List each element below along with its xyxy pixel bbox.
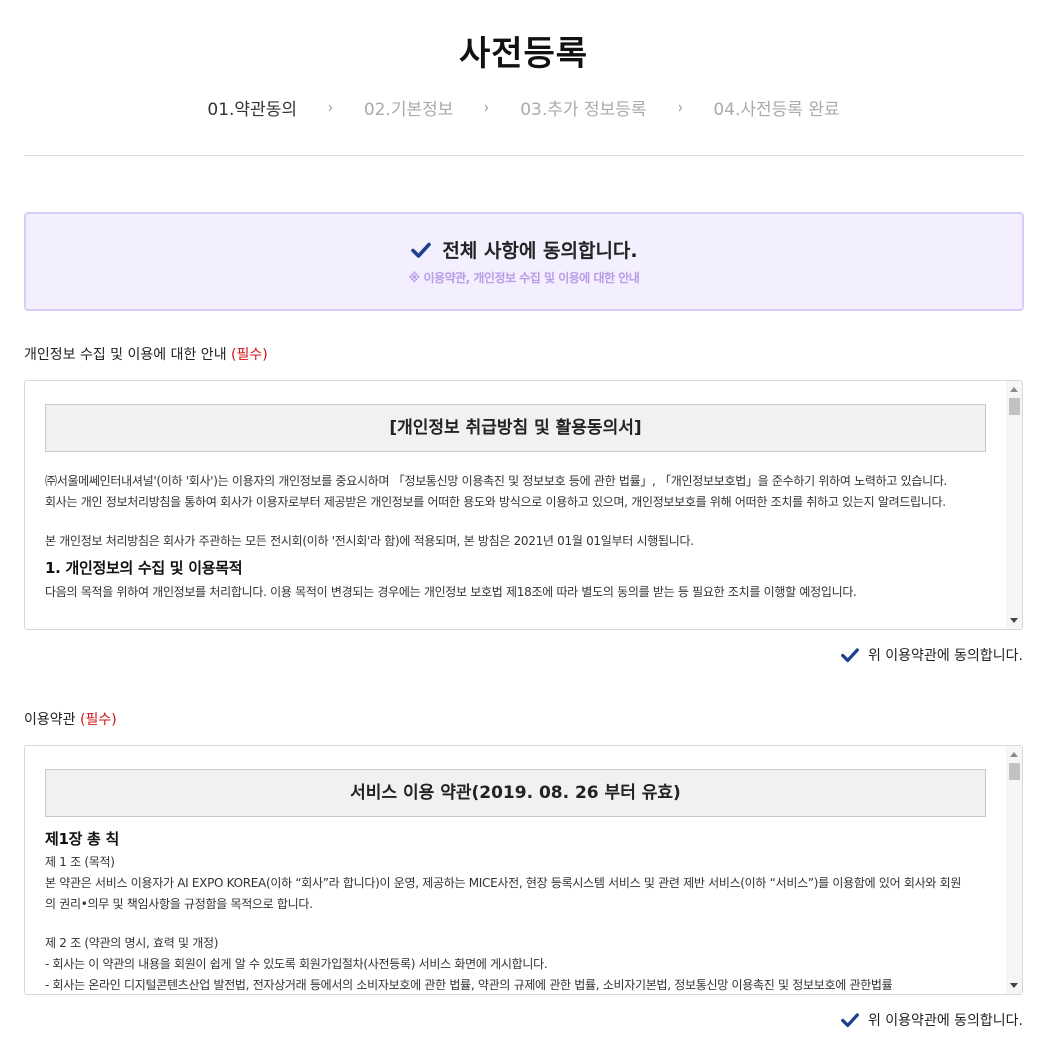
scroll-thumb[interactable] <box>1009 398 1020 415</box>
checkmark-icon <box>411 242 432 258</box>
privacy-agree-label[interactable]: 위 이용약관에 동의합니다. <box>868 645 1023 665</box>
terms-section-title: 이용약관 (필수) <box>24 709 117 729</box>
privacy-heading-1: 1. 개인정보의 수집 및 이용목적 <box>45 559 243 577</box>
chevron-right-icon: › <box>327 97 333 118</box>
required-badge: (필수) <box>79 712 117 728</box>
header-divider <box>24 155 1024 156</box>
terms-chapter: 제1장 총 칙 <box>45 830 119 848</box>
scroll-down-arrow-icon[interactable] <box>1010 983 1018 988</box>
step-basic-info: 02.기본정보 <box>363 100 454 120</box>
step-terms: 01.약관동의 <box>207 100 297 120</box>
step-additional-info: 03.추가 정보등록 <box>520 100 647 120</box>
agree-all-note: ※ 이용약관, 개인정보 수집 및 이용에 대한 안내 <box>408 271 640 285</box>
terms-scrollbar[interactable] <box>1006 746 1022 994</box>
privacy-terms-box[interactable]: [개인정보 취급방침 및 활용동의서] ㈜서울메쎄인터내셔널'(이하 '회사')… <box>24 380 1023 630</box>
agree-all-label[interactable]: 전체 사항에 동의합니다. <box>442 236 637 263</box>
service-terms-box[interactable]: 서비스 이용 약관(2019. 08. 26 부터 유효) 제1장 총 칙 제 … <box>24 745 1023 995</box>
step-indicator: 01.약관동의 › 02.기본정보 › 03.추가 정보등록 › 04.사전등록 완료 <box>0 95 1039 121</box>
terms-box-title: 서비스 이용 약관(2019. 08. 26 부터 유효) <box>45 769 986 817</box>
agree-all-panel: 전체 사항에 동의합니다. ※ 이용약관, 개인정보 수집 및 이용에 대한 안… <box>24 212 1024 311</box>
terms-article2-item2: - 회사는 온라인 디지털콘텐츠산업 발전법, 전자상거래 등에서의 소비자보호… <box>45 978 893 992</box>
scroll-up-arrow-icon[interactable] <box>1010 752 1018 757</box>
privacy-title-text: 개인정보 수집 및 이용에 대한 안내 <box>24 347 227 363</box>
terms-article1-title: 제 1 조 (목적) <box>45 855 115 869</box>
privacy-section-title: 개인정보 수집 및 이용에 대한 안내 (필수) <box>24 344 268 364</box>
page-title: 사전등록 <box>458 34 589 74</box>
privacy-para3: 다음의 목적을 위하여 개인정보를 처리합니다. 이용 목적이 변경되는 경우에… <box>45 585 857 599</box>
terms-article2-title: 제 2 조 (약관의 명시, 효력 및 개정) <box>45 936 219 950</box>
privacy-para2: 본 개인정보 처리방침은 회사가 주관하는 모든 전시회(이하 '전시회'라 함… <box>45 534 694 548</box>
privacy-box-title: [개인정보 취급방침 및 활용동의서] <box>45 404 986 452</box>
terms-agree-label[interactable]: 위 이용약관에 동의합니다. <box>868 1010 1023 1030</box>
scroll-up-arrow-icon[interactable] <box>1010 387 1018 392</box>
privacy-para1-line1: ㈜서울메쎄인터내셔널'(이하 '회사')는 이용자의 개인정보를 중요시하며 「… <box>45 474 948 488</box>
privacy-scrollbar[interactable] <box>1006 381 1022 629</box>
terms-article1-line2: 의 권리•의무 및 책임사항을 규정함을 목적으로 합니다. <box>45 897 313 911</box>
terms-agree-row[interactable]: 위 이용약관에 동의합니다. <box>840 1010 1023 1030</box>
checkmark-icon <box>841 648 859 663</box>
privacy-para1-line2: 회사는 개인 정보처리방침을 통하여 회사가 이용자로부터 제공받은 개인정보를… <box>45 495 946 509</box>
agree-all-checkbox[interactable] <box>410 239 432 261</box>
terms-agree-checkbox[interactable] <box>840 1010 860 1030</box>
terms-article2-item1: - 회사는 이 약관의 내용을 회원이 쉽게 알 수 있도록 회원가입절차(사전… <box>45 957 548 971</box>
checkmark-icon <box>841 1013 859 1028</box>
terms-title-text: 이용약관 <box>24 712 76 728</box>
scroll-down-arrow-icon[interactable] <box>1010 618 1018 623</box>
chevron-right-icon: › <box>484 97 490 118</box>
privacy-agree-row[interactable]: 위 이용약관에 동의합니다. <box>840 645 1023 665</box>
terms-article1-line1: 본 약관은 서비스 이용자가 AI EXPO KOREA(이하 “회사”라 합니… <box>45 876 962 890</box>
required-badge: (필수) <box>231 347 268 363</box>
chevron-right-icon: › <box>677 97 683 118</box>
step-complete: 04.사전등록 완료 <box>713 100 840 120</box>
scroll-thumb[interactable] <box>1009 763 1020 780</box>
privacy-agree-checkbox[interactable] <box>840 645 860 665</box>
